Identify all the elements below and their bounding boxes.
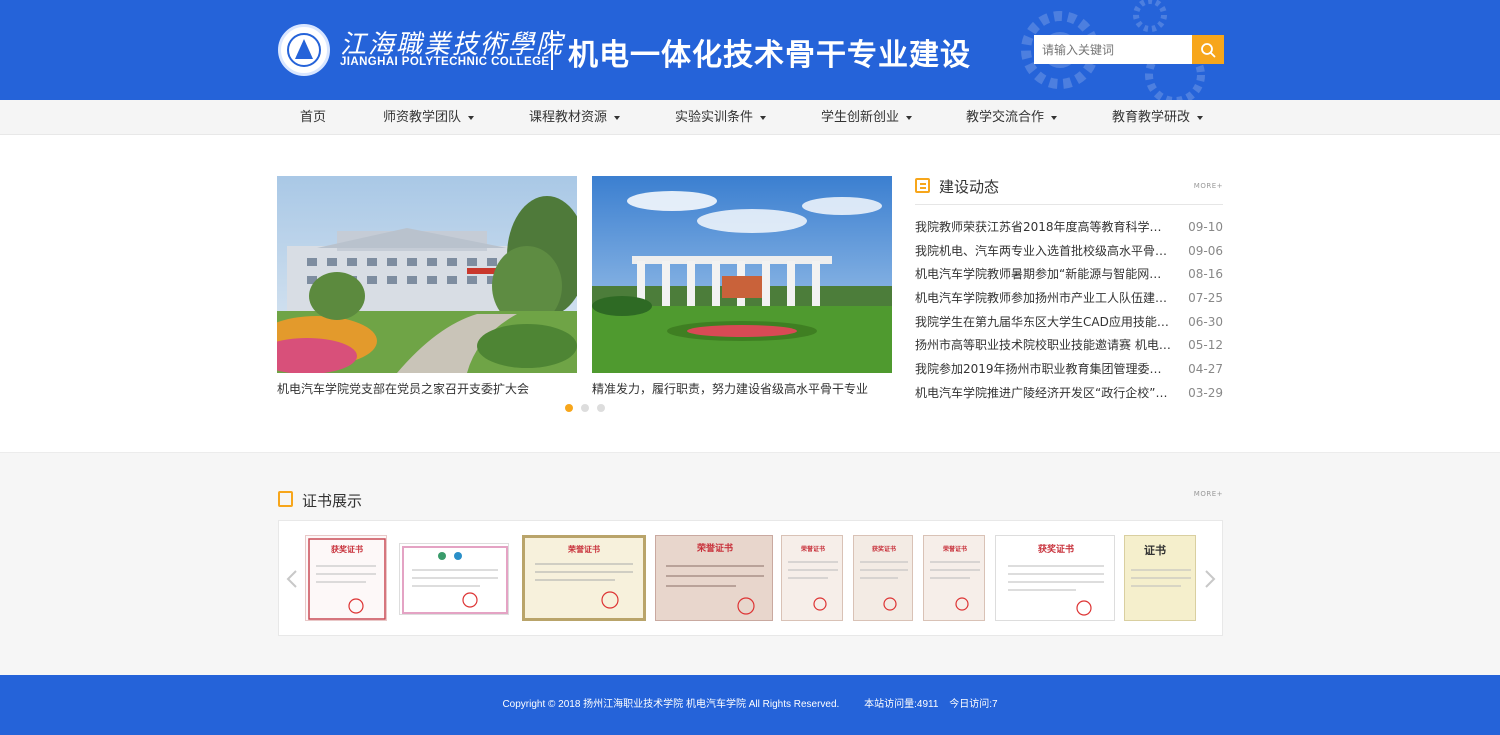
logo-separator: [551, 30, 553, 70]
certificate-thumb[interactable]: 荣誉证书: [522, 535, 646, 621]
copyright-text: Copyright © 2018 扬州江海职业技术学院 机电汽车学院 All R…: [502, 699, 840, 710]
main-nav: 首页 师资教学团队 课程教材资源 实验实训条件 学生创新创业 教学交流合作 教育…: [0, 100, 1500, 135]
slider-dot[interactable]: [597, 404, 605, 412]
news-title: 建设动态: [939, 178, 1000, 196]
campus-gate-photo[interactable]: [592, 176, 892, 373]
news-item[interactable]: 我院机电、汽车两专业入选首批校级高水平骨干专业 09-06: [915, 240, 1223, 264]
news-item[interactable]: 我院参加2019年扬州市职业教育集团管理委员会机电分会04-27: [915, 358, 1223, 382]
slide-caption[interactable]: 机电汽车学院党支部在党员之家召开支委扩大会: [277, 380, 577, 397]
news-item[interactable]: 我院教师荣获江苏省2018年度高等教育科学研究成果奖09-10: [915, 216, 1223, 240]
list-icon: [915, 178, 930, 193]
nav-item-courses[interactable]: 课程教材资源: [529, 100, 621, 135]
caret-down-icon: [1051, 115, 1058, 120]
news-item[interactable]: 机电汽车学院推进广陵经济开发区“政行企校”深度合作03-29: [915, 382, 1223, 406]
caret-down-icon: [614, 115, 621, 120]
today-visits: 今日访问:7: [949, 699, 998, 710]
certificate-thumb[interactable]: 获奖证书: [853, 535, 913, 621]
caret-down-icon: [468, 115, 475, 120]
news-item[interactable]: 机电汽车学院教师参加扬州市产业工人队伍建设调研 07-25: [915, 287, 1223, 311]
campus-building-photo[interactable]: [277, 176, 577, 373]
certificate-thumb[interactable]: 荣誉证书: [923, 535, 985, 621]
news-header: 建设动态 MORE+: [915, 176, 1223, 196]
certificate-heading: 获奖证书: [871, 545, 896, 553]
slider-dot[interactable]: [581, 404, 589, 412]
caret-down-icon: [906, 115, 913, 120]
news-more-link[interactable]: MORE+: [1194, 182, 1223, 190]
certificates-title: 证书展示: [302, 492, 363, 510]
certificate-heading: 证书: [1144, 543, 1166, 557]
slide-caption[interactable]: 精准发力，履行职责，努力建设省级高水平骨干专业: [592, 380, 892, 397]
certificates-more-link[interactable]: MORE+: [1194, 490, 1223, 498]
search-button[interactable]: [1192, 35, 1224, 64]
certificates-carousel: 获奖证书 荣誉证书 荣誉证书 荣誉证书 获奖证书 荣誉证书 获奖证书 证书: [278, 520, 1223, 636]
search-box: [1034, 35, 1224, 64]
certificate-heading: 获奖证书: [1038, 543, 1074, 555]
visit-count: 本站访问量:4911: [864, 699, 939, 710]
nav-item-exchange[interactable]: 教学交流合作: [966, 100, 1058, 135]
news-item[interactable]: 我院学生在第九届华东区大学生CAD应用技能竞赛中获奖06-30: [915, 311, 1223, 335]
caret-down-icon: [1197, 115, 1204, 120]
search-icon: [1201, 42, 1216, 57]
slide-2[interactable]: 精准发力，履行职责，努力建设省级高水平骨干专业: [592, 176, 892, 397]
certificate-heading: 荣誉证书: [942, 545, 967, 553]
news-item[interactable]: 机电汽车学院教师暑期参加“新能源与智能网联汽车”培训08-16: [915, 263, 1223, 287]
divider: [915, 204, 1223, 205]
news-item[interactable]: 扬州市高等职业技术院校职业技能邀请赛 机电汽车学院05-12: [915, 334, 1223, 358]
certificate-heading: 获奖证书: [330, 544, 363, 554]
certificate-thumb[interactable]: 荣誉证书: [655, 535, 773, 621]
site-title: 机电一体化技术骨干专业建设: [568, 38, 971, 73]
certificate-thumb[interactable]: [399, 543, 509, 615]
college-logo-emblem[interactable]: [278, 24, 330, 76]
slide-1[interactable]: 机电汽车学院党支部在党员之家召开支委扩大会: [277, 176, 577, 397]
news-list: 我院教师荣获江苏省2018年度高等教育科学研究成果奖09-10 我院机电、汽车两…: [915, 216, 1223, 406]
nav-item-home[interactable]: 首页: [300, 100, 326, 135]
site-footer: Copyright © 2018 扬州江海职业技术学院 机电汽车学院 All R…: [0, 675, 1500, 735]
certificates-header: 证书展示 MORE+: [278, 490, 1223, 510]
certificate-heading: 荣誉证书: [696, 542, 733, 554]
nav-item-innovation[interactable]: 学生创新创业: [821, 100, 913, 135]
certificate-heading: 荣誉证书: [800, 545, 825, 553]
certificate-thumb[interactable]: 获奖证书: [995, 535, 1115, 621]
site-header: 江海職業技術學院 JIANGHAI POLYTECHNIC COLLEGE 机电…: [0, 0, 1500, 100]
slider-dot-active[interactable]: [565, 404, 573, 412]
caret-down-icon: [760, 115, 767, 120]
nav-item-research[interactable]: 教育教学研改: [1112, 100, 1204, 135]
certificate-icon: [278, 491, 293, 507]
nav-item-labs[interactable]: 实验实训条件: [675, 100, 767, 135]
college-name-en: JIANGHAI POLYTECHNIC COLLEGE: [340, 56, 550, 68]
certificate-thumb[interactable]: 获奖证书: [305, 535, 387, 621]
chevron-right-icon[interactable]: [1203, 569, 1217, 589]
certificate-heading: 荣誉证书: [567, 544, 600, 554]
certificate-thumb[interactable]: 证书: [1124, 535, 1196, 621]
nav-item-faculty[interactable]: 师资教学团队: [383, 100, 475, 135]
search-input[interactable]: [1034, 35, 1192, 64]
chevron-left-icon[interactable]: [285, 569, 299, 589]
certificate-thumb[interactable]: 荣誉证书: [781, 535, 843, 621]
